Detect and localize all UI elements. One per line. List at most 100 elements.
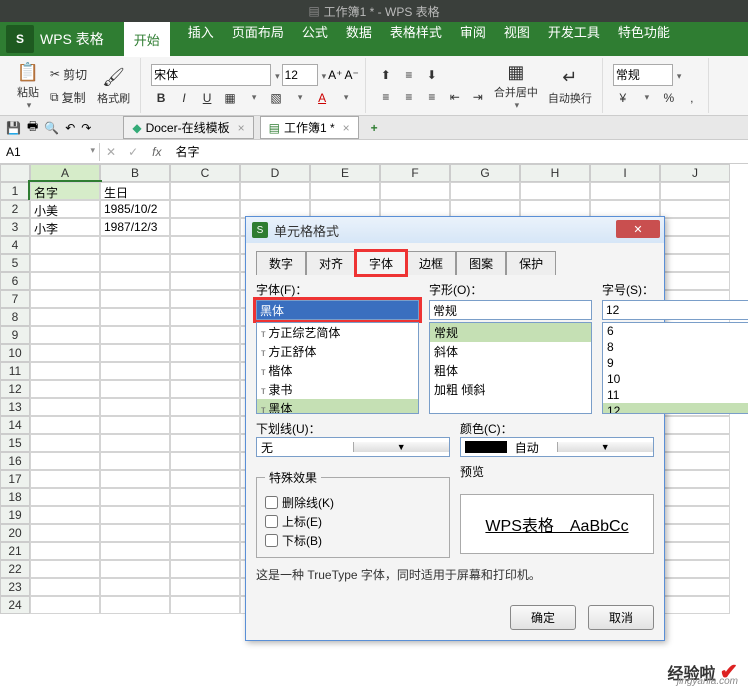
font-color-dd[interactable]	[335, 88, 355, 108]
align-mid-icon[interactable]: ≡	[399, 65, 419, 85]
cell-B2[interactable]: 1985/10/2	[100, 200, 170, 218]
col-header[interactable]: F	[380, 164, 450, 182]
fill-button[interactable]: ▧	[266, 88, 286, 108]
row-header[interactable]: 12	[0, 380, 30, 398]
col-header[interactable]: E	[310, 164, 380, 182]
cell-B18[interactable]	[100, 488, 170, 506]
ok-button[interactable]: 确定	[510, 605, 576, 630]
cell-C23[interactable]	[170, 578, 240, 596]
font-listbox[interactable]: 方正综艺简体方正舒体楷体隶书黑体Adobe 仿宋 Std R	[256, 322, 419, 414]
cell-B10[interactable]	[100, 344, 170, 362]
list-item[interactable]: 隶书	[257, 380, 418, 399]
tab-docer[interactable]: ◆Docer-在线模板×	[123, 116, 253, 139]
cell-I1[interactable]	[590, 182, 660, 200]
list-item[interactable]: 加粗 倾斜	[430, 380, 591, 399]
col-header[interactable]: A	[30, 164, 100, 182]
cell-A18[interactable]	[30, 488, 100, 506]
cell-G1[interactable]	[450, 182, 520, 200]
cell-A17[interactable]	[30, 470, 100, 488]
qat-undo-icon[interactable]: ↶	[65, 121, 75, 135]
qat-save-icon[interactable]: 💾	[6, 121, 21, 135]
strike-checkbox[interactable]	[265, 496, 278, 509]
currency-dd[interactable]	[636, 88, 656, 108]
underline-button[interactable]: U	[197, 88, 217, 108]
menu-start[interactable]: 开始	[124, 22, 170, 57]
cell-A22[interactable]	[30, 560, 100, 578]
indent-dec-icon[interactable]: ⇤	[445, 87, 465, 107]
col-header[interactable]: H	[520, 164, 590, 182]
fx-accept-icon[interactable]: ✓	[122, 145, 144, 159]
cell-J16[interactable]	[660, 452, 730, 470]
cell-C1[interactable]	[170, 182, 240, 200]
wrap-button[interactable]: ↵ 自动换行	[544, 66, 596, 106]
cell-A2[interactable]: 小美	[30, 200, 100, 218]
cell-C19[interactable]	[170, 506, 240, 524]
cell-A1[interactable]: 名字	[30, 182, 100, 200]
cell-J23[interactable]	[660, 578, 730, 596]
size-listbox[interactable]: 689101112	[602, 322, 748, 414]
cell-A20[interactable]	[30, 524, 100, 542]
menu-layout[interactable]: 页面布局	[232, 22, 284, 57]
row-header[interactable]: 7	[0, 290, 30, 308]
add-tab-button[interactable]: +	[365, 119, 384, 137]
close-button[interactable]: ✕	[616, 220, 660, 238]
cell-A10[interactable]	[30, 344, 100, 362]
cell-J24[interactable]	[660, 596, 730, 614]
tab-protect[interactable]: 保护	[506, 251, 556, 275]
copy-button[interactable]: ⧉复制	[46, 87, 91, 108]
cell-A4[interactable]	[30, 236, 100, 254]
cell-A12[interactable]	[30, 380, 100, 398]
row-header[interactable]: 18	[0, 488, 30, 506]
menu-dev[interactable]: 开发工具	[548, 22, 600, 57]
menu-view[interactable]: 视图	[504, 22, 530, 57]
row-header[interactable]: 4	[0, 236, 30, 254]
cell-C21[interactable]	[170, 542, 240, 560]
row-header[interactable]: 21	[0, 542, 30, 560]
cell-B12[interactable]	[100, 380, 170, 398]
menu-data[interactable]: 数据	[346, 22, 372, 57]
italic-button[interactable]: I	[174, 88, 194, 108]
cell-E1[interactable]	[310, 182, 380, 200]
super-checkbox[interactable]	[265, 515, 278, 528]
cell-J5[interactable]	[660, 254, 730, 272]
cell-B15[interactable]	[100, 434, 170, 452]
cell-B3[interactable]: 1987/12/3	[100, 218, 170, 236]
cell-C8[interactable]	[170, 308, 240, 326]
cell-B8[interactable]	[100, 308, 170, 326]
cell-C20[interactable]	[170, 524, 240, 542]
paste-button[interactable]: 📋 粘贴	[12, 60, 44, 111]
num-format-dd[interactable]	[675, 68, 682, 82]
cell-B13[interactable]	[100, 398, 170, 416]
align-left-icon[interactable]: ≡	[376, 87, 396, 107]
menu-formula[interactable]: 公式	[302, 22, 328, 57]
menu-insert[interactable]: 插入	[188, 22, 214, 57]
format-painter-button[interactable]: 🖌 格式刷	[93, 66, 134, 106]
align-bot-icon[interactable]: ⬇	[422, 65, 442, 85]
list-item[interactable]: 8	[603, 339, 748, 355]
cell-A23[interactable]	[30, 578, 100, 596]
tab-number[interactable]: 数字	[256, 251, 306, 275]
cell-C7[interactable]	[170, 290, 240, 308]
cell-J15[interactable]	[660, 434, 730, 452]
select-all-corner[interactable]	[0, 164, 30, 182]
align-right-icon[interactable]: ≡	[422, 87, 442, 107]
cell-B1[interactable]: 生日	[100, 182, 170, 200]
cell-C15[interactable]	[170, 434, 240, 452]
font-color-button[interactable]: A	[312, 88, 332, 108]
cell-J4[interactable]	[660, 236, 730, 254]
cell-B20[interactable]	[100, 524, 170, 542]
col-header[interactable]: B	[100, 164, 170, 182]
fill-dd[interactable]	[289, 88, 309, 108]
row-header[interactable]: 20	[0, 524, 30, 542]
row-header[interactable]: 2	[0, 200, 30, 218]
cell-A8[interactable]	[30, 308, 100, 326]
qat-preview-icon[interactable]: 🔍	[44, 121, 59, 135]
list-item[interactable]: 11	[603, 387, 748, 403]
cell-C14[interactable]	[170, 416, 240, 434]
cell-B11[interactable]	[100, 362, 170, 380]
cell-C24[interactable]	[170, 596, 240, 614]
shrink-font-icon[interactable]: A⁻	[344, 68, 358, 82]
cell-J22[interactable]	[660, 560, 730, 578]
cell-C2[interactable]	[170, 200, 240, 218]
cell-A9[interactable]	[30, 326, 100, 344]
